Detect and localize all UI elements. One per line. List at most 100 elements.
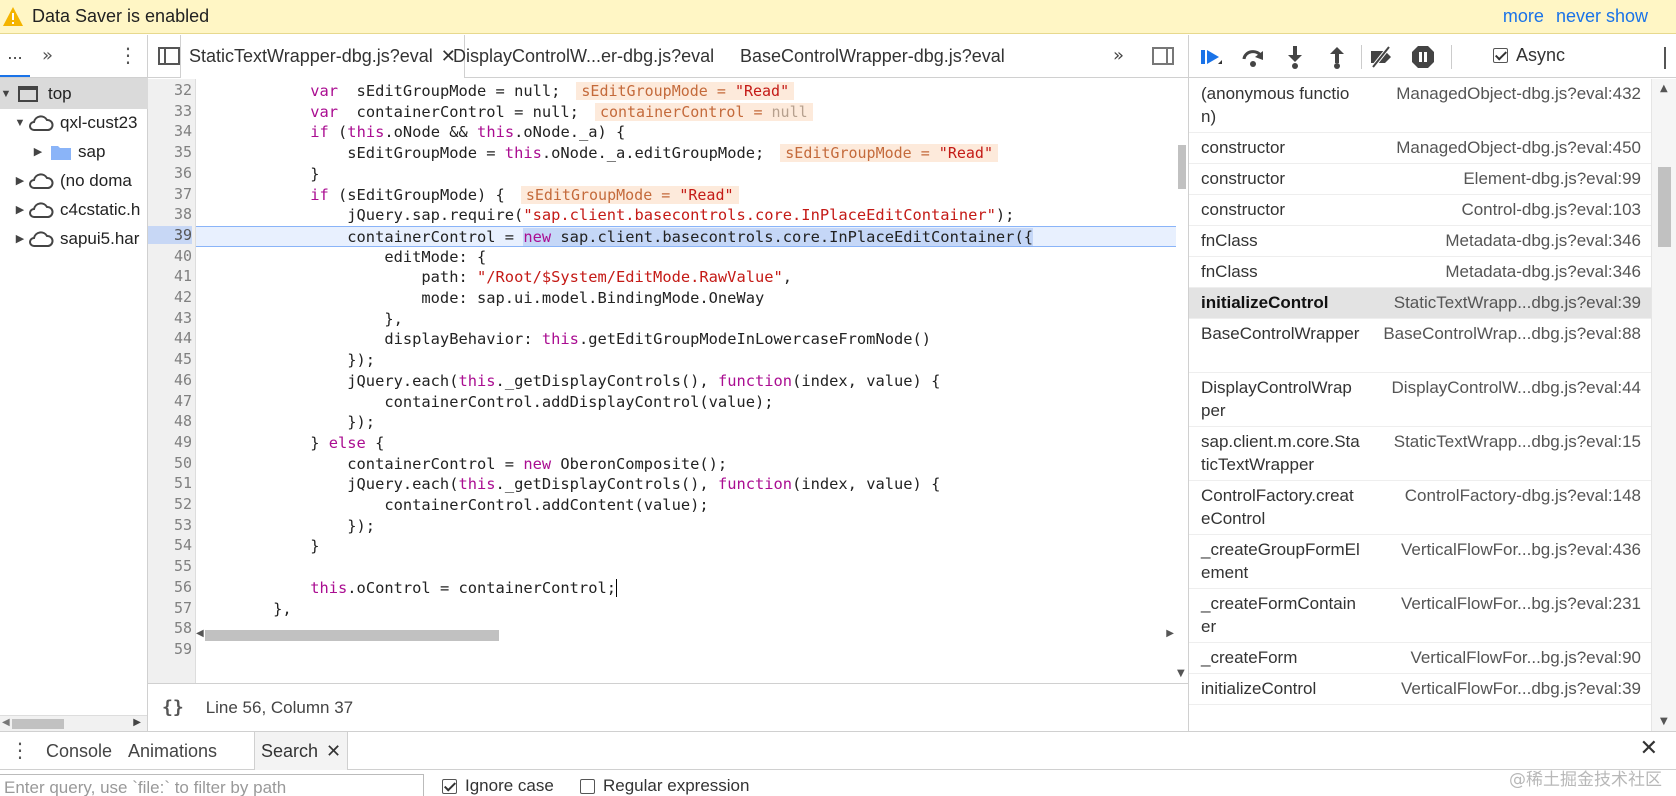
- tree-item-top[interactable]: ▼ top: [0, 78, 148, 109]
- code-line[interactable]: } else {: [196, 433, 1176, 454]
- code-line[interactable]: sEditGroupMode = this.oNode._a.editGroup…: [196, 143, 1176, 164]
- collapse-triangle-icon[interactable]: ▶: [14, 232, 26, 245]
- call-frame-location[interactable]: VerticalFlowFor...bg.js?eval:231: [1401, 592, 1641, 615]
- async-checkbox[interactable]: Async: [1493, 45, 1565, 66]
- scrollbar-thumb[interactable]: [1178, 145, 1186, 189]
- call-frame[interactable]: fnClass Metadata-dbg.js?eval:346: [1189, 257, 1651, 288]
- line-number[interactable]: 45: [148, 350, 192, 368]
- line-number[interactable]: 44: [148, 329, 192, 347]
- double-chevron-icon[interactable]: »: [42, 45, 53, 66]
- code-line[interactable]: if (this.oNode && this.oNode._a) {: [196, 122, 1176, 143]
- code-line[interactable]: editMode: {: [196, 247, 1176, 268]
- call-frame[interactable]: constructor ManagedObject-dbg.js?eval:450: [1189, 133, 1651, 164]
- call-frame-location[interactable]: DisplayControlW...dbg.js?eval:44: [1392, 376, 1641, 399]
- call-frame[interactable]: sap.client.m.core.StaticTextWrapper Stati…: [1189, 427, 1651, 481]
- code-line[interactable]: displayBehavior: this.getEditGroupModeIn…: [196, 329, 1176, 350]
- checkbox-checked[interactable]: [442, 778, 457, 794]
- call-frame[interactable]: ControlFactory.createControl ControlFacto…: [1189, 481, 1651, 535]
- call-frame[interactable]: constructor Control-dbg.js?eval:103: [1189, 195, 1651, 226]
- expand-triangle-icon[interactable]: ▼: [0, 88, 12, 100]
- tree-item-domain[interactable]: ▶ sapui5.har: [0, 223, 148, 254]
- pause-on-exceptions-icon[interactable]: [1411, 45, 1435, 69]
- code-line[interactable]: path: "/Root/$System/EditMode.RawValue",: [196, 267, 1176, 288]
- sidebar-resize-handle[interactable]: [1664, 47, 1672, 69]
- line-number-gutter[interactable]: 32 33 34 35 36 37 38 39 40 41 42 43 44 45 46 47 48 49 50 51…: [148, 79, 196, 683]
- line-number[interactable]: 37: [148, 185, 192, 203]
- line-number[interactable]: 56: [148, 578, 192, 596]
- line-number[interactable]: 50: [148, 454, 192, 472]
- line-number[interactable]: 32: [148, 81, 192, 99]
- line-number[interactable]: 57: [148, 599, 192, 617]
- line-number[interactable]: 48: [148, 412, 192, 430]
- call-frame-location[interactable]: ControlFactory-dbg.js?eval:148: [1405, 484, 1641, 507]
- code-line[interactable]: [196, 557, 1176, 578]
- call-frame[interactable]: (anonymous function) ManagedObject-dbg.js…: [1189, 79, 1651, 133]
- call-frame-location[interactable]: ManagedObject-dbg.js?eval:450: [1396, 136, 1641, 159]
- code-line[interactable]: var sEditGroupMode = null; sEditGroupMode…: [196, 81, 1176, 102]
- call-frame[interactable]: initializeControl VerticalFlowFor...dbg.j…: [1189, 674, 1651, 705]
- drawer-menu-icon[interactable]: ⋮: [10, 738, 30, 762]
- code-line[interactable]: mode: sap.ui.model.BindingMode.OneWay: [196, 288, 1176, 309]
- tree-item-domain[interactable]: ▶ c4cstatic.h: [0, 194, 148, 225]
- tree-item-domain[interactable]: ▶ (no doma: [0, 165, 148, 196]
- code-area[interactable]: 32 33 34 35 36 37 38 39 40 41 42 43 44 45 46 47 48 49 50 51…: [148, 79, 1188, 683]
- scroll-down-icon[interactable]: ▼: [1660, 716, 1668, 727]
- tab-search[interactable]: Search ✕: [254, 732, 349, 770]
- code-line[interactable]: jQuery.each(this._getDisplayControls(), …: [196, 474, 1176, 495]
- editor-tab-active[interactable]: StaticTextWrapper-dbg.js?eval ✕: [180, 35, 465, 78]
- collapse-triangle-icon[interactable]: ▶: [14, 174, 26, 187]
- code-line[interactable]: },: [196, 599, 1176, 620]
- checkbox-checked[interactable]: [1493, 48, 1508, 63]
- call-frame-location[interactable]: Control-dbg.js?eval:103: [1461, 198, 1641, 221]
- code-line[interactable]: if (sEditGroupMode) {sEditGroupMode = "R…: [196, 185, 1176, 206]
- call-frame[interactable]: constructor Element-dbg.js?eval:99: [1189, 164, 1651, 195]
- deactivate-breakpoints-icon[interactable]: [1369, 45, 1393, 69]
- line-number[interactable]: 49: [148, 433, 192, 451]
- line-number[interactable]: 47: [148, 392, 192, 410]
- code-line[interactable]: containerControl = new OberonComposite()…: [196, 454, 1176, 475]
- step-over-icon[interactable]: [1241, 45, 1265, 69]
- call-frame[interactable]: _createGroupFormElement VerticalFlowFor..…: [1189, 535, 1651, 589]
- line-number[interactable]: 34: [148, 122, 192, 140]
- call-frame-location[interactable]: StaticTextWrapp...dbg.js?eval:15: [1394, 430, 1641, 453]
- line-number[interactable]: 55: [148, 557, 192, 575]
- line-number[interactable]: 59: [148, 640, 192, 658]
- collapse-triangle-icon[interactable]: ▶: [14, 203, 26, 216]
- call-frame-location[interactable]: VerticalFlowFor...dbg.js?eval:39: [1401, 677, 1641, 700]
- call-frame[interactable]: initializeControl StaticTextWrapp...dbg.j…: [1189, 288, 1651, 319]
- call-frame-location[interactable]: VerticalFlowFor...bg.js?eval:90: [1410, 646, 1641, 669]
- call-frame[interactable]: DisplayControlWrapper DisplayControlW...d…: [1189, 373, 1651, 427]
- tab-animations[interactable]: Animations: [128, 732, 217, 770]
- tree-item-domain[interactable]: ▼ qxl-cust23: [0, 107, 148, 138]
- line-number[interactable]: 35: [148, 143, 192, 161]
- scroll-right-icon[interactable]: ▶: [133, 717, 141, 728]
- code-line[interactable]: });: [196, 412, 1176, 433]
- editor-tab[interactable]: BaseControlWrapper-dbg.js?eval: [740, 35, 1005, 78]
- call-frame-location[interactable]: VerticalFlowFor...bg.js?eval:436: [1401, 538, 1641, 561]
- line-number[interactable]: 58: [148, 619, 192, 637]
- code-line[interactable]: });: [196, 350, 1176, 371]
- collapse-triangle-icon[interactable]: ▶: [32, 145, 44, 158]
- editor-tab[interactable]: DisplayControlW...er-dbg.js?eval: [453, 35, 714, 78]
- scroll-up-icon[interactable]: ▲: [1660, 83, 1668, 94]
- code-line[interactable]: }: [196, 164, 1176, 185]
- line-number[interactable]: 40: [148, 247, 192, 265]
- scrollbar-thumb[interactable]: [205, 630, 499, 641]
- code-line[interactable]: containerControl = new sap.client.baseco…: [196, 225, 1176, 247]
- line-number[interactable]: 54: [148, 536, 192, 554]
- expand-triangle-icon[interactable]: ▼: [14, 117, 26, 129]
- code-line[interactable]: containerControl.addDisplayControl(value…: [196, 392, 1176, 413]
- line-number[interactable]: 39: [148, 225, 192, 244]
- call-frame[interactable]: _createForm VerticalFlowFor...bg.js?eval:…: [1189, 643, 1651, 674]
- scroll-down-icon[interactable]: ▼: [1177, 668, 1185, 679]
- editor-horizontal-scrollbar[interactable]: ◀ ▶: [196, 627, 1176, 643]
- search-input[interactable]: Enter query, use `file:` to filter by pa…: [0, 774, 424, 796]
- call-frame-location[interactable]: Metadata-dbg.js?eval:346: [1445, 229, 1641, 252]
- line-number[interactable]: 38: [148, 205, 192, 223]
- line-number[interactable]: 52: [148, 495, 192, 513]
- call-frame-location[interactable]: Element-dbg.js?eval:99: [1463, 167, 1641, 190]
- close-drawer-icon[interactable]: ✕: [1640, 736, 1658, 761]
- scrollbar-thumb[interactable]: [12, 719, 64, 729]
- call-frame[interactable]: BaseControlWrapper BaseControlWrap...dbg.…: [1189, 319, 1651, 373]
- call-frame-location[interactable]: Metadata-dbg.js?eval:346: [1445, 260, 1641, 283]
